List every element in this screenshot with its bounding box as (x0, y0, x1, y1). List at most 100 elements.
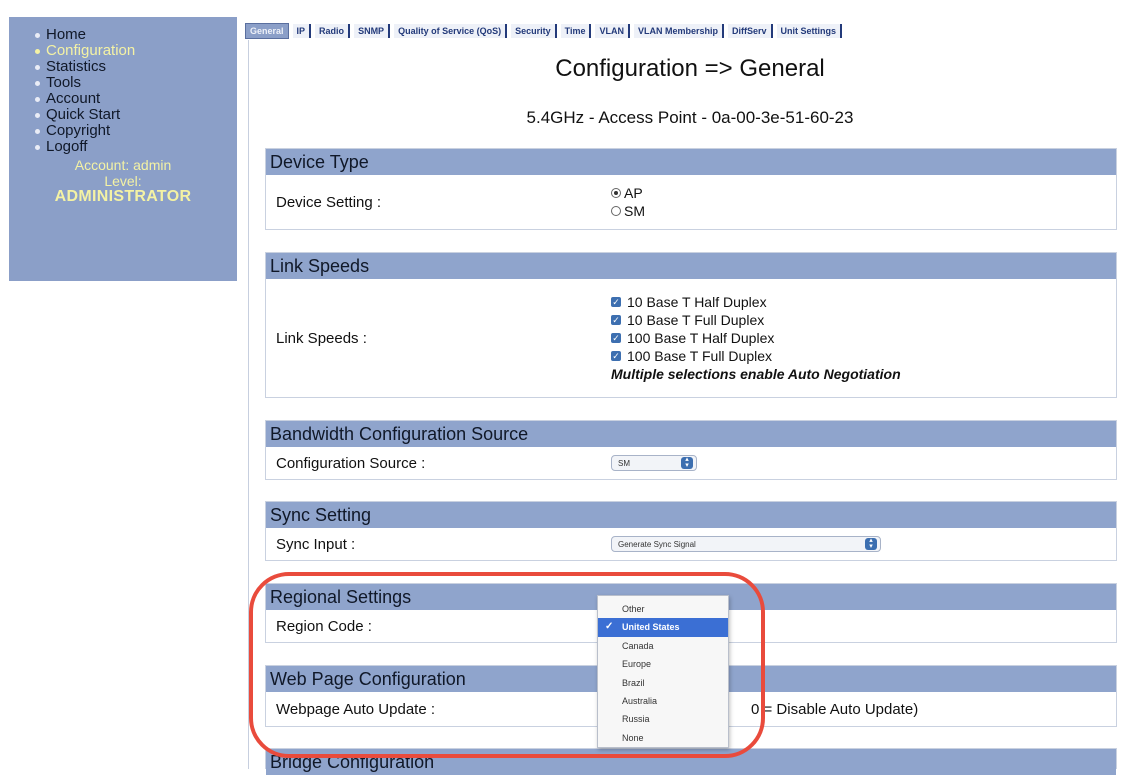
link-speed-10-half-checkbox[interactable]: ✓ 10 Base T Half Duplex (611, 293, 901, 311)
link-speed-100-full-checkbox[interactable]: ✓ 100 Base T Full Duplex (611, 347, 901, 365)
checkmark-icon: ✓ (611, 351, 621, 361)
link-speed-100-half-checkbox[interactable]: ✓ 100 Base T Half Duplex (611, 329, 901, 347)
region-option-other[interactable]: Other (598, 600, 728, 618)
tab-time[interactable]: Time (560, 24, 592, 38)
sidebar-item-label: Tools (46, 74, 82, 91)
tab-bar: General IP Radio SNMP Quality of Service… (245, 20, 1133, 42)
tab-snmp[interactable]: SNMP (354, 24, 391, 38)
tab-security[interactable]: Security (511, 24, 557, 38)
link-speed-10-full-checkbox[interactable]: ✓ 10 Base T Full Duplex (611, 311, 901, 329)
radio-unselected-icon (611, 206, 621, 216)
tab-vlan-membership[interactable]: VLAN Membership (633, 24, 724, 38)
tab-qos[interactable]: Quality of Service (QoS) (394, 24, 508, 38)
page-title: Configuration => General (555, 55, 825, 82)
option-label: Other (622, 604, 645, 614)
region-option-australia[interactable]: Australia (598, 692, 728, 710)
link-speeds-label: Link Speeds : (276, 329, 367, 347)
radio-label: SM (624, 203, 645, 219)
section-heading: Link Speeds (266, 253, 1116, 279)
level-value: ADMINISTRATOR (54, 188, 192, 205)
checkmark-icon: ✓ (611, 315, 621, 325)
option-label: Canada (622, 640, 654, 651)
checkmark-icon: ✓ (605, 621, 614, 633)
region-option-brazil[interactable]: Brazil (598, 674, 728, 692)
bandwidth-section: Bandwidth Configuration Source Configura… (265, 420, 1117, 480)
page-subtitle: 5.4GHz - Access Point - 0a-00-3e-51-60-2… (526, 108, 854, 127)
tab-ip[interactable]: IP (292, 24, 312, 38)
content-divider (248, 40, 249, 769)
device-ap-radio[interactable]: AP (611, 184, 645, 202)
sync-input-label: Sync Input : (276, 535, 356, 553)
region-code-label: Region Code : (276, 617, 372, 635)
link-speeds-section: Link Speeds Link Speeds : ✓ 10 Base T Hal… (265, 252, 1117, 398)
bullet-icon (35, 32, 40, 38)
sidebar: Home Configuration Statistics Tools Acco… (9, 17, 237, 281)
sidebar-item-logoff[interactable]: Logoff (9, 139, 237, 155)
section-heading: Bridge Configuration (266, 749, 1116, 775)
sync-input-select[interactable]: Generate Sync Signal ▴ ▾ (611, 536, 881, 552)
tab-unit-settings[interactable]: Unit Settings (776, 24, 843, 38)
region-option-europe[interactable]: Europe (598, 655, 728, 673)
option-label: None (622, 732, 644, 743)
option-label: Australia (622, 695, 658, 706)
section-heading: Bandwidth Configuration Source (266, 421, 1116, 447)
tab-general[interactable]: General (245, 23, 289, 39)
bullet-icon (35, 112, 40, 118)
sidebar-item-configuration[interactable]: Configuration (9, 43, 237, 59)
tab-diffserv[interactable]: DiffServ (728, 24, 773, 38)
bullet-icon (35, 80, 40, 86)
level-label: Level: (104, 173, 142, 189)
sidebar-item-statistics[interactable]: Statistics (9, 59, 237, 75)
sidebar-item-label: Quick Start (46, 106, 121, 123)
region-option-none[interactable]: None (598, 729, 728, 747)
sidebar-item-tools[interactable]: Tools (9, 75, 237, 91)
account-name: Account: admin (74, 157, 172, 173)
checkbox-label: 10 Base T Full Duplex (627, 312, 765, 328)
section-heading: Device Type (266, 149, 1116, 175)
bullet-icon (35, 144, 40, 150)
sidebar-item-quick-start[interactable]: Quick Start (9, 107, 237, 123)
option-label: Brazil (622, 677, 645, 688)
configuration-source-select[interactable]: SM ▴ ▾ (611, 455, 697, 471)
device-setting-label: Device Setting : (276, 193, 382, 211)
auto-negotiation-note: Multiple selections enable Auto Negotiat… (611, 366, 901, 382)
select-arrows-icon: ▴ ▾ (865, 537, 877, 550)
checkmark-icon: ✓ (611, 333, 621, 343)
option-label: Russia (622, 714, 650, 725)
sidebar-item-label: Copyright (46, 122, 111, 139)
configuration-source-label: Configuration Source : (276, 454, 426, 472)
webpage-auto-update-label: Webpage Auto Update : (276, 700, 436, 718)
sidebar-item-home[interactable]: Home (9, 27, 237, 43)
select-value: Generate Sync Signal (618, 539, 696, 549)
bullet-icon (35, 96, 40, 102)
checkbox-label: 100 Base T Full Duplex (627, 348, 773, 364)
sidebar-item-label: Statistics (46, 58, 107, 75)
device-sm-radio[interactable]: SM (611, 202, 645, 220)
sidebar-item-copyright[interactable]: Copyright (9, 123, 237, 139)
auto-update-hint: 0 = Disable Auto Update) (751, 700, 919, 718)
sync-section: Sync Setting Sync Input : Generate Sync … (265, 501, 1117, 561)
sidebar-item-label: Configuration (46, 42, 136, 59)
radio-selected-icon (611, 188, 621, 198)
sidebar-item-label: Logoff (46, 138, 88, 155)
sidebar-item-account[interactable]: Account (9, 91, 237, 107)
region-code-dropdown[interactable]: Other ✓ United States Canada Europe Brazi… (597, 595, 729, 748)
checkmark-icon: ✓ (611, 297, 621, 307)
sidebar-item-label: Account (46, 90, 101, 107)
section-heading: Sync Setting (266, 502, 1116, 528)
region-option-united-states[interactable]: ✓ United States (598, 618, 728, 637)
select-value: SM (618, 458, 630, 468)
sidebar-item-label: Home (46, 26, 87, 43)
region-option-canada[interactable]: Canada (598, 637, 728, 655)
device-type-section: Device Type Device Setting : AP SM (265, 148, 1117, 230)
bullet-icon (35, 64, 40, 70)
checkbox-label: 100 Base T Half Duplex (627, 330, 775, 346)
region-option-russia[interactable]: Russia (598, 710, 728, 728)
option-label: United States (622, 622, 680, 633)
tab-vlan[interactable]: VLAN (595, 24, 630, 38)
bullet-icon (35, 128, 40, 134)
checkbox-label: 10 Base T Half Duplex (627, 294, 767, 310)
bridge-section: Bridge Configuration (265, 748, 1117, 775)
radio-label: AP (624, 185, 643, 201)
tab-radio[interactable]: Radio (315, 24, 351, 38)
